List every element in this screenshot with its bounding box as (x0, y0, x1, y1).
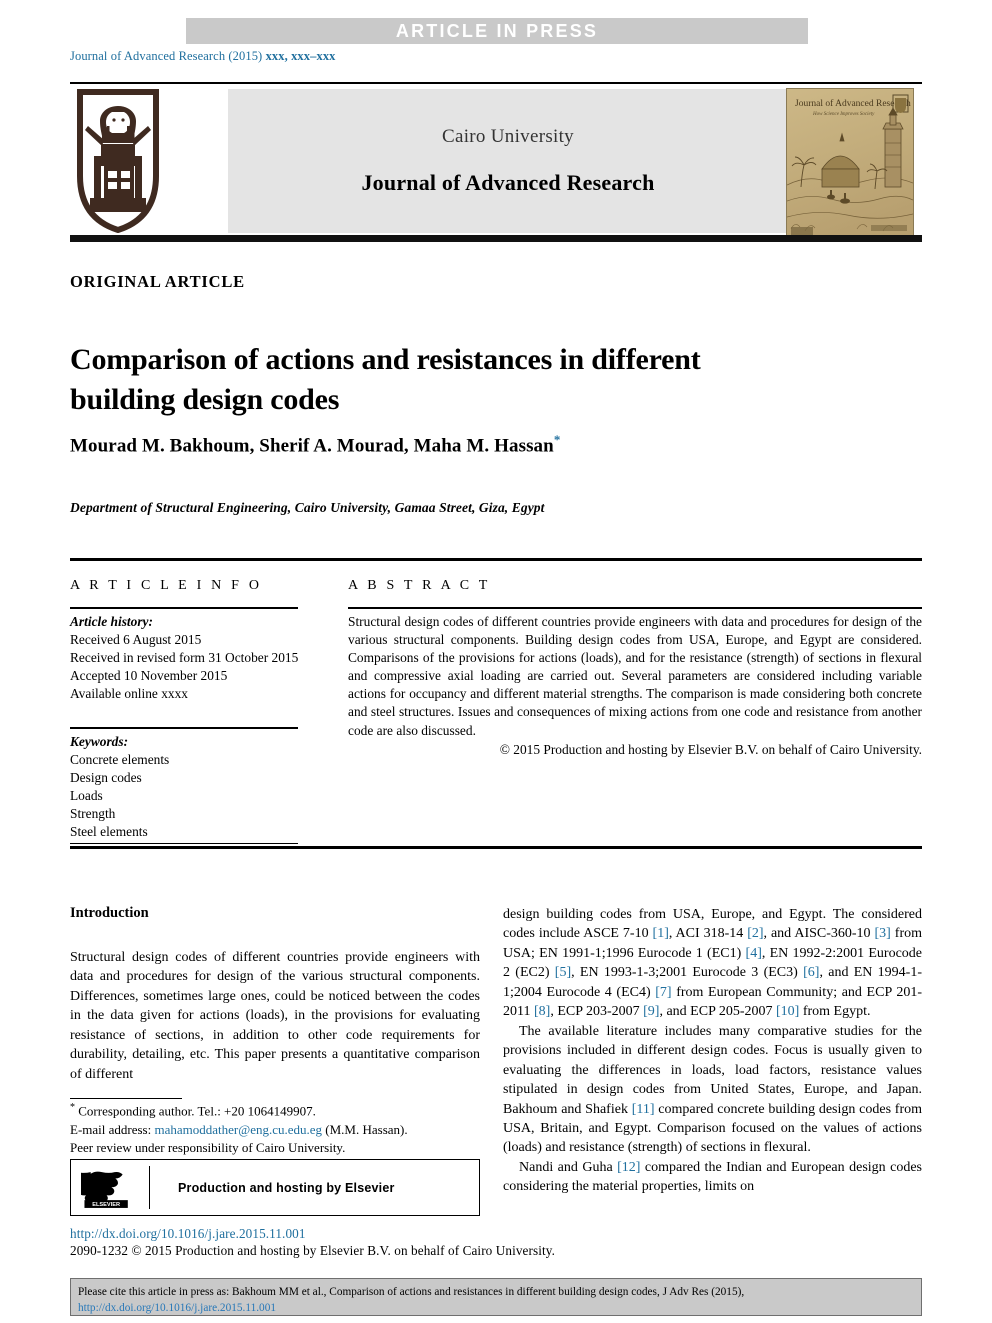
page-title: Comparison of actions and resistances in… (70, 343, 701, 416)
cairo-university-logo-icon (74, 88, 162, 234)
citation-ref-6[interactable]: [6] (803, 965, 819, 980)
author-list: Mourad M. Bakhoum, Sherif A. Mourad, Mah… (70, 432, 870, 457)
masthead-top-rule (70, 82, 922, 84)
intro-paragraph-left: Structural design codes of different cou… (70, 950, 480, 1082)
abstract-heading: A B S T R A C T (348, 578, 491, 593)
svg-text:How Science Improves Society: How Science Improves Society (812, 112, 875, 117)
keyword-item: Steel elements (70, 823, 148, 839)
text-run: Nandi and Guha (519, 1159, 618, 1175)
email-suffix: (M.M. Hassan). (322, 1121, 408, 1137)
affiliation: Department of Structural Engineering, Ca… (70, 500, 545, 515)
text-run: from Egypt. (799, 1004, 871, 1020)
abstract-text: Structural design codes of different cou… (348, 614, 922, 738)
svg-text:Journal of Advanced Research: Journal of Advanced Research (795, 98, 911, 109)
footnote-rule (70, 1098, 182, 1100)
citation-ref-4[interactable]: [4] (746, 946, 762, 961)
citation-ref-8[interactable]: [8] (534, 1004, 550, 1019)
text-run: , ECP 203-2007 (550, 1004, 644, 1020)
history-item: Available online xxxx (70, 685, 189, 701)
keyword-item: Loads (70, 787, 103, 803)
article-page: ARTICLE IN PRESS Journal of Advanced Res… (0, 0, 992, 1323)
citation-ref-7[interactable]: [7] (655, 985, 671, 1000)
history-item: Received in revised form 31 October 2015 (70, 649, 299, 665)
keyword-item: Design codes (70, 769, 142, 785)
doi-link[interactable]: http://dx.doi.org/10.1016/j.jare.2015.11… (70, 1226, 306, 1242)
journal-masthead: Cairo University Journal of Advanced Res… (70, 82, 922, 242)
article-in-press-label: ARTICLE IN PRESS (395, 20, 599, 41)
text-run: , and ECP 205-2007 (659, 1004, 777, 1020)
elsevier-hosting-box: ELSEVIER Production and hosting by Elsev… (70, 1159, 480, 1216)
corresponding-author-marker: * (553, 432, 561, 447)
intro-paragraph-right-1: design building codes from USA, Europe, … (503, 905, 922, 1022)
article-history-label: Article history: (70, 614, 153, 629)
author-names: Mourad M. Bakhoum, Sherif A. Mourad, Mah… (70, 435, 554, 457)
keyword-item: Concrete elements (70, 751, 170, 767)
text-run: , EN 1993-1-3;2001 Eurocode 3 (EC3) (571, 965, 804, 981)
body-left-column: Introduction Structural design codes of … (70, 905, 480, 1084)
email-note: E-mail address: mahamoddather@eng.cu.edu… (70, 1121, 482, 1139)
masthead-bottom-rule (70, 235, 922, 242)
abstract-rule (348, 607, 922, 609)
masthead-center-panel: Cairo University Journal of Advanced Res… (228, 89, 788, 233)
journal-ref-prefix: Journal of Advanced Research (2015) (70, 49, 266, 63)
section-heading-introduction: Introduction (70, 905, 149, 921)
abstract-block: Structural design codes of different cou… (348, 613, 922, 759)
history-item: Accepted 10 November 2015 (70, 667, 228, 683)
citation-ref-11[interactable]: [11] (632, 1102, 655, 1117)
abstract-copyright: © 2015 Production and hosting by Elsevie… (499, 741, 922, 757)
elsevier-logo-icon: ELSEVIER (71, 1160, 143, 1215)
citation-ref-10[interactable]: [10] (776, 1004, 799, 1019)
article-info-heading: A R T I C L E I N F O (70, 578, 263, 593)
keywords-top-rule (70, 727, 298, 729)
citation-ref-9[interactable]: [9] (643, 1004, 659, 1019)
article-history: Article history: Received 6 August 2015 … (70, 613, 302, 703)
keywords-label: Keywords: (70, 734, 129, 749)
masthead-journal-title: Journal of Advanced Research (361, 170, 655, 195)
citation-ref-3[interactable]: [3] (875, 926, 891, 941)
email-link[interactable]: mahamoddather@eng.cu.edu.eg (154, 1122, 322, 1137)
article-in-press-banner: ARTICLE IN PRESS (186, 18, 808, 44)
citation-ref-1[interactable]: [1] (653, 926, 669, 941)
issn-copyright-line: 2090-1232 © 2015 Production and hosting … (70, 1243, 555, 1258)
text-run: , and AISC-360-10 (763, 926, 875, 942)
infobox-bottom-rule (70, 846, 922, 849)
cite-doi-link[interactable]: http://dx.doi.org/10.1016/j.jare.2015.11… (78, 1302, 276, 1314)
citation-ref-12[interactable]: [12] (617, 1160, 640, 1175)
citation-ref-5[interactable]: [5] (555, 965, 571, 980)
keyword-item: Strength (70, 805, 116, 821)
footnote-star-icon: * (70, 1102, 75, 1113)
infobox-top-rule (70, 558, 922, 561)
cite-text: Please cite this article in press as: Ba… (78, 1286, 745, 1298)
email-label: E-mail address: (70, 1121, 155, 1137)
keywords-block: Keywords: Concrete elements Design codes… (70, 733, 302, 841)
svg-text:ELSEVIER: ELSEVIER (92, 1202, 120, 1208)
peer-review-note: Peer review under responsibility of Cair… (70, 1140, 346, 1156)
corresponding-author-note: * Corresponding author. Tel.: +20 106414… (70, 1101, 482, 1121)
article-type-label: ORIGINAL ARTICLE (70, 272, 245, 291)
journal-cover-thumbnail: Journal of Advanced Research How Science… (786, 88, 914, 240)
masthead-university-name: Cairo University (442, 126, 574, 147)
text-run: , ACI 318-14 (668, 926, 748, 942)
history-item: Received 6 August 2015 (70, 631, 202, 647)
body-right-column: design building codes from USA, Europe, … (503, 905, 922, 1197)
cite-this-article-footer: Please cite this article in press as: Ba… (70, 1278, 922, 1316)
intro-paragraph-right-2: The available literature includes many c… (503, 1022, 922, 1158)
intro-paragraph-right-3: Nandi and Guha [12] compared the Indian … (503, 1158, 922, 1197)
keywords-bottom-rule (70, 843, 298, 845)
journal-reference-line: Journal of Advanced Research (2015) xxx,… (70, 49, 336, 64)
footnote-block: * Corresponding author. Tel.: +20 106414… (70, 1101, 482, 1158)
journal-ref-volume: xxx (265, 49, 285, 63)
corresponding-author-text: Corresponding author. Tel.: +20 10641499… (78, 1103, 316, 1119)
elsevier-hosting-label: Production and hosting by Elsevier (178, 1180, 395, 1195)
elsevier-divider (149, 1166, 151, 1209)
article-info-rule (70, 607, 298, 609)
journal-ref-pages: , xxx–xxx (284, 49, 336, 63)
citation-ref-2[interactable]: [2] (747, 926, 763, 941)
